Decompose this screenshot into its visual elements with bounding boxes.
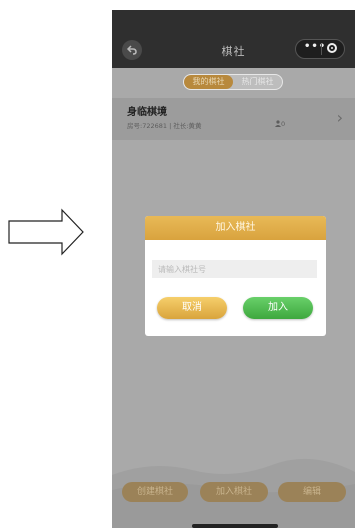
chevron-right-icon: › <box>336 108 343 127</box>
tab-my-clubs[interactable]: 我的棋社 <box>184 75 233 89</box>
join-club-button[interactable]: 加入棋社 <box>200 482 268 502</box>
club-list-item[interactable]: 身临棋境 房号:722681 | 社长:黄黄 0 › <box>112 98 355 140</box>
club-number-input[interactable] <box>152 260 317 278</box>
capsule-menu: ••• <box>295 39 345 59</box>
dialog-title: 加入棋社 <box>145 216 326 240</box>
tab-hot-clubs[interactable]: 热门棋社 <box>233 75 282 89</box>
right-arrow-icon <box>8 208 84 256</box>
cancel-button[interactable]: 取消 <box>157 297 227 319</box>
club-member-count: 0 <box>275 120 285 128</box>
member-count-value: 0 <box>281 120 286 128</box>
more-dots-icon[interactable]: ••• <box>304 41 326 52</box>
join-button[interactable]: 加入 <box>243 297 313 319</box>
join-club-dialog: 加入棋社 取消 加入 <box>145 216 326 336</box>
capsule-divider <box>321 44 322 55</box>
club-tabs: 我的棋社 热门棋社 <box>183 74 283 90</box>
edit-button[interactable]: 编辑 <box>278 482 346 502</box>
target-icon[interactable] <box>327 43 337 53</box>
club-name: 身临棋境 <box>127 107 167 118</box>
home-indicator <box>192 524 278 528</box>
club-meta: 房号:722681 | 社长:黄黄 <box>127 122 202 130</box>
nav-bar: 棋社 ••• <box>112 34 355 68</box>
status-bar <box>112 10 355 34</box>
create-club-button[interactable]: 创建棋社 <box>122 482 188 502</box>
